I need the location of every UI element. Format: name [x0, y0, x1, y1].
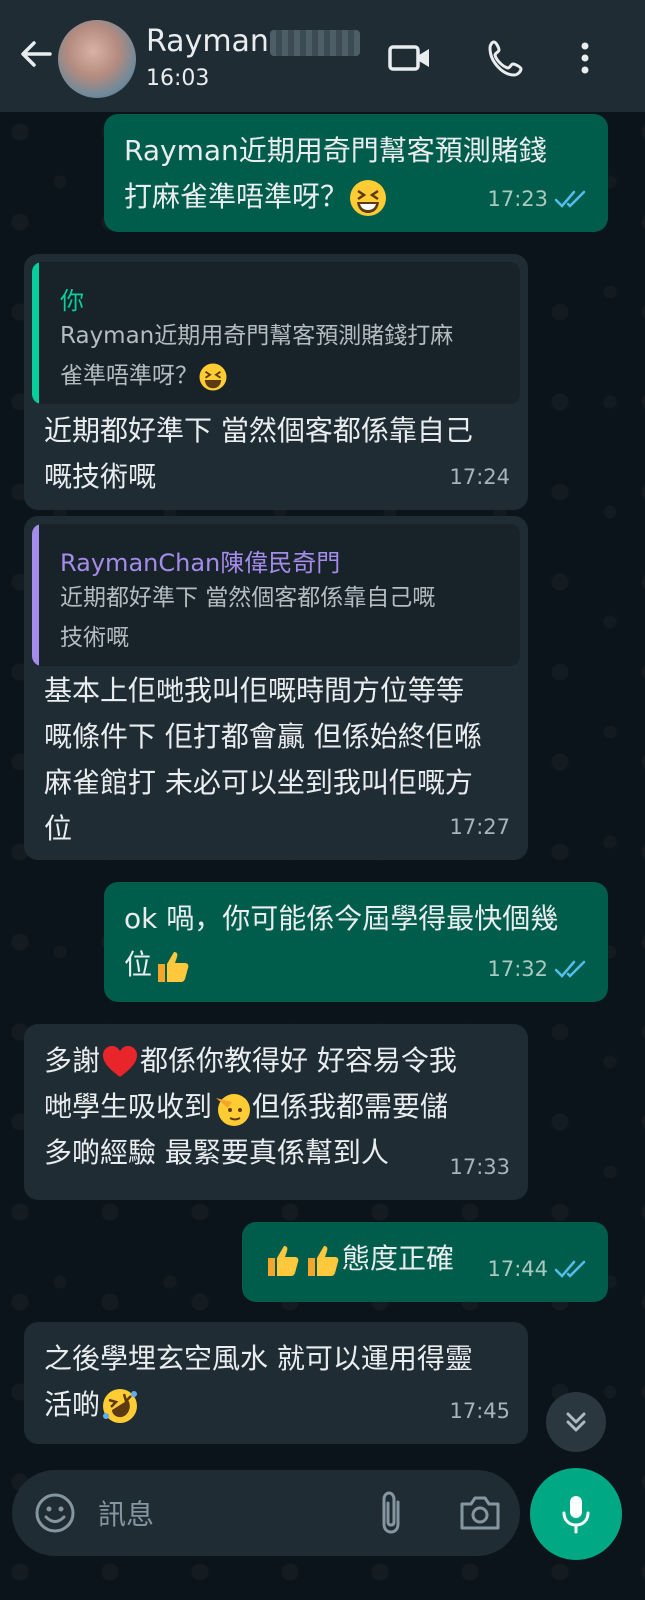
- red-heart-icon: [103, 1046, 138, 1077]
- message-meta: 17:44: [487, 1246, 590, 1292]
- rolling-on-floor-laughing-icon: [103, 1389, 138, 1423]
- message-text: 位: [44, 812, 73, 845]
- message-text: 嘅技術嘅: [44, 460, 157, 493]
- message-meta: 17:32: [487, 946, 590, 992]
- paperclip-icon[interactable]: [374, 1488, 410, 1538]
- quoted-message[interactable]: RaymanChan陳偉民奇門 近期都好準下 當然個客都係靠自己嘅 技術嘅: [32, 524, 520, 666]
- message-incoming[interactable]: 你 Rayman近期用奇門幫客預測賭錢打麻 雀準唔準呀？ 近期都好準下 當然個客…: [24, 254, 528, 510]
- chat-header: Rayman 16:03: [0, 0, 645, 112]
- message-incoming[interactable]: 多謝 都係你教得好 好容易令我 哋學生吸收到 但係我都需要儲 多啲經驗 最緊要真係幫…: [24, 1024, 528, 1200]
- avatar[interactable]: [58, 20, 136, 98]
- thumbs-up-icon: [308, 1246, 339, 1276]
- quote-text: 近期都好準下 當然個客都係靠自己嘅 技術嘅: [60, 585, 436, 651]
- message-outgoing[interactable]: 態度正確 17:44: [242, 1222, 608, 1302]
- contact-name[interactable]: Rayman: [146, 24, 269, 59]
- message-text: 基本上佢哋我叫佢嘅時間方位等等: [44, 674, 465, 707]
- last-seen: 16:03: [146, 66, 210, 91]
- message-time: 17:45: [449, 1399, 510, 1423]
- message-outgoing[interactable]: ok 喎，你可能係今屆學得最快個幾 位 17:32: [104, 882, 608, 1002]
- message-input[interactable]: [96, 1488, 370, 1540]
- back-arrow-icon[interactable]: [16, 34, 56, 74]
- emoji-icon[interactable]: [34, 1492, 76, 1534]
- message-text: 之後學埋玄空風水 就可以運用得靈: [44, 1342, 473, 1375]
- double-chevron-down-icon: [566, 1412, 586, 1432]
- thumbs-up-icon: [268, 1246, 299, 1276]
- message-text: 多謝 都係你教得好 好容易令我: [44, 1038, 508, 1084]
- message-meta: 17:45: [449, 1388, 510, 1434]
- message-text: 活啲: [44, 1382, 508, 1428]
- message-text: 近期都好準下 當然個客都係靠自己: [44, 414, 473, 447]
- read-ticks-icon: [554, 190, 586, 208]
- quote-bar: [32, 262, 39, 404]
- message-meta: 17:33: [449, 1144, 510, 1190]
- message-meta: 17:24: [449, 454, 510, 500]
- microphone-icon: [562, 1496, 590, 1534]
- scroll-to-bottom-button[interactable]: [546, 1392, 606, 1452]
- quote-text: Rayman近期用奇門幫客預測賭錢打麻 雀準唔準呀？: [60, 316, 502, 396]
- grinning-squinting-face-icon: [350, 180, 387, 216]
- grinning-squinting-face-icon: [199, 363, 227, 390]
- message-text: Rayman近期用奇門幫客預測賭錢: [124, 134, 547, 167]
- message-incoming[interactable]: 之後學埋玄空風水 就可以運用得靈 活啲 17:45: [24, 1322, 528, 1444]
- saluting-face-icon: [216, 1094, 251, 1126]
- more-options-icon[interactable]: [570, 38, 600, 78]
- message-text: 多啲經驗 最緊要真係幫到人: [44, 1136, 389, 1169]
- message-outgoing[interactable]: Rayman近期用奇門幫客預測賭錢 打麻雀準唔準呀？ 17:23: [104, 114, 608, 232]
- quoted-message[interactable]: 你 Rayman近期用奇門幫客預測賭錢打麻 雀準唔準呀？: [32, 262, 520, 404]
- message-time: 17:24: [449, 465, 510, 489]
- thumbs-up-icon: [158, 952, 189, 982]
- message-time: 17:23: [487, 187, 548, 211]
- message-composer: [12, 1470, 520, 1556]
- message-time: 17:44: [487, 1257, 548, 1281]
- quote-bar: [32, 524, 39, 666]
- video-call-icon[interactable]: [388, 38, 432, 78]
- voice-message-button[interactable]: [530, 1468, 622, 1560]
- message-time: 17:27: [449, 815, 510, 839]
- message-time: 17:32: [487, 957, 548, 981]
- message-meta: 17:23: [487, 176, 590, 222]
- phone-call-icon[interactable]: [486, 38, 530, 78]
- message-text: 嘅條件下 佢打都會贏 但係始終佢喺: [44, 720, 482, 753]
- message-incoming[interactable]: RaymanChan陳偉民奇門 近期都好準下 當然個客都係靠自己嘅 技術嘅 基本…: [24, 516, 528, 860]
- message-meta: 17:27: [449, 804, 510, 850]
- message-text: ok 喎，你可能係今屆學得最快個幾: [124, 902, 559, 935]
- message-time: 17:33: [449, 1155, 510, 1179]
- camera-icon[interactable]: [458, 1492, 502, 1534]
- message-text: 麻雀館打 未必可以坐到我叫佢嘅方: [44, 766, 473, 799]
- redacted-name-part: [270, 30, 360, 56]
- read-ticks-icon: [554, 1260, 586, 1278]
- message-text: 哋學生吸收到 但係我都需要儲: [44, 1084, 508, 1130]
- read-ticks-icon: [554, 960, 586, 978]
